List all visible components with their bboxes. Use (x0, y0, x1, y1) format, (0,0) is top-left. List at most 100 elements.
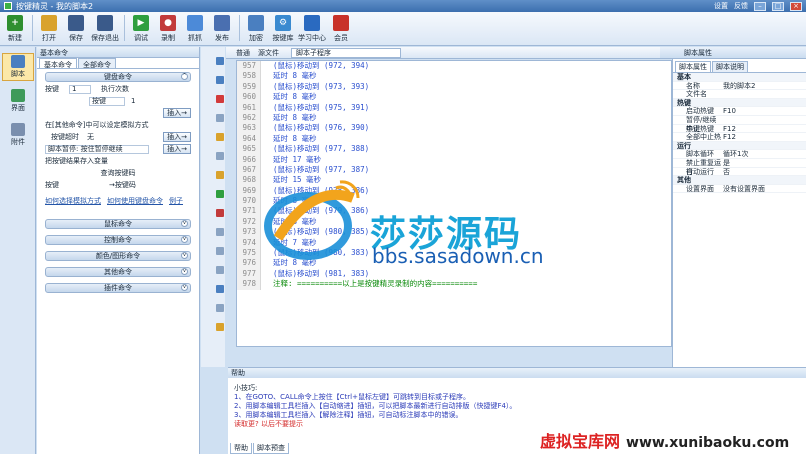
line-code: 注释: ==========以上是按键精灵录制的内容========== (273, 279, 478, 289)
save-button[interactable]: 保存 (63, 15, 89, 43)
group-other[interactable]: 其他命令 v (45, 267, 191, 277)
debug-button[interactable]: ▶ 调试 (128, 15, 154, 43)
code-line[interactable]: 967 (鼠标)移动到 (977, 387) (237, 164, 671, 176)
tab-basic-commands[interactable]: 基本命令 (39, 58, 77, 69)
prop-row[interactable]: 启动热键 F10 (673, 107, 806, 116)
member-button[interactable]: 会员 (328, 15, 354, 43)
settings-link[interactable]: 设置 (714, 1, 728, 11)
prop-category[interactable]: 基本 (673, 73, 806, 82)
code-line[interactable]: 958 延时 8 毫秒 (237, 71, 671, 82)
group-keyboard[interactable]: 键盘命令 ^ (45, 72, 191, 82)
separator (32, 14, 33, 41)
shield-icon (248, 15, 264, 31)
nav-script[interactable]: 脚本 (2, 53, 34, 81)
prop-value[interactable] (723, 116, 806, 124)
maximize-button[interactable]: □ (772, 1, 784, 11)
view-icon[interactable] (216, 323, 224, 331)
code-line[interactable]: 960 延时 8 毫秒 (237, 92, 671, 103)
prop-row[interactable]: 中止热键 F12 (673, 125, 806, 134)
code-line[interactable]: 966 延时 17 毫秒 (237, 154, 671, 165)
indent-icon[interactable] (216, 266, 224, 274)
insert-button[interactable]: 插入→ (163, 132, 191, 142)
save-exit-button[interactable]: 保存退出 (90, 15, 120, 43)
prop-row[interactable]: 全部中止热键F12 (673, 133, 806, 150)
tab-all-commands[interactable]: 全部命令 (78, 58, 116, 69)
insert-button[interactable]: 插入→ (163, 108, 191, 118)
code-line[interactable]: 963 (鼠标)移动到 (976, 390) (237, 123, 671, 134)
uncomment-icon[interactable] (216, 209, 224, 217)
prop-value[interactable]: F12 (723, 125, 806, 133)
prop-key: 禁止重复运行 (686, 158, 721, 176)
group-color[interactable]: 颜色/图形命令 v (45, 251, 191, 261)
mode-select[interactable]: 按键 (89, 96, 125, 106)
tab-normal[interactable]: 普通 (236, 48, 250, 58)
prop-value[interactable] (723, 90, 806, 98)
group-plugin[interactable]: 插件命令 v (45, 283, 191, 293)
publish-button[interactable]: 发布 (209, 15, 235, 43)
prop-row[interactable]: 暂停/继续热键 (673, 116, 806, 133)
prop-value[interactable]: 否 (723, 168, 806, 176)
nav-ui[interactable]: 界面 (2, 87, 34, 115)
arrow-up-icon[interactable] (216, 57, 224, 65)
learning-center-button[interactable]: 学习中心 (297, 15, 327, 43)
code-line[interactable]: 964 延时 8 毫秒 (237, 133, 671, 145)
group-mouse[interactable]: 鼠标命令 v (45, 219, 191, 229)
copy-icon[interactable] (216, 114, 224, 122)
link-example[interactable]: 例子 (169, 196, 183, 206)
code-line[interactable]: 959 (鼠标)移动到 (973, 393) (237, 81, 671, 93)
prop-row[interactable]: 自动运行 否 (673, 168, 806, 177)
insert-button[interactable]: 插入→ (163, 144, 191, 154)
cut-icon[interactable] (216, 152, 224, 160)
bookmark-icon[interactable] (216, 304, 224, 312)
key-field[interactable]: 1 (69, 84, 91, 94)
keylib-button[interactable]: ⚙ 按键库 (270, 15, 296, 43)
arrow-down-icon[interactable] (216, 76, 224, 84)
format-icon[interactable] (216, 285, 224, 293)
chevron-down-icon: v (181, 236, 188, 243)
code-line[interactable]: 978 注释: ==========以上是按键精灵录制的内容========== (237, 279, 671, 290)
prop-row[interactable]: 文件名 (673, 90, 806, 99)
code-line[interactable]: 957 (鼠标)移动到 (972, 394) (237, 61, 671, 72)
redo-icon[interactable] (216, 247, 224, 255)
code-line[interactable]: 961 (鼠标)移动到 (975, 391) (237, 102, 671, 113)
pause-select[interactable]: 脚本暂停: 按住暂停继续 (45, 144, 149, 154)
prop-row[interactable]: 设置界面 没有设置界面 (673, 185, 806, 194)
prop-value[interactable]: F12 (723, 133, 806, 141)
subroutine-select[interactable]: 脚本子程序 (291, 47, 401, 58)
code-line[interactable]: 977 (鼠标)移动到 (981, 383) (237, 268, 671, 280)
delete-icon[interactable] (216, 95, 224, 103)
code-line[interactable]: 962 延时 8 毫秒 (237, 112, 671, 124)
prop-value[interactable]: 是 (723, 159, 806, 167)
tab-script-desc[interactable]: 脚本说明 (712, 61, 748, 72)
comment-icon[interactable] (216, 190, 224, 198)
capture-button[interactable]: 抓抓 (182, 15, 208, 43)
new-button[interactable]: + 新建 (2, 15, 28, 43)
group-control[interactable]: 控制命令 v (45, 235, 191, 245)
prop-value[interactable]: 没有设置界面 (723, 185, 806, 193)
nav-attach[interactable]: 附件 (2, 121, 34, 149)
paste-icon[interactable] (216, 133, 224, 141)
feedback-link[interactable]: 反馈 (734, 1, 748, 11)
find-icon[interactable] (216, 171, 224, 179)
tab-script-props[interactable]: 脚本属性 (675, 61, 711, 72)
record-button[interactable]: ● 录制 (155, 15, 181, 43)
prop-row[interactable]: 名称 我的脚本2 (673, 82, 806, 91)
prop-value[interactable]: 我的脚本2 (723, 82, 806, 90)
encrypt-button[interactable]: 加密 (243, 15, 269, 43)
code-line[interactable]: 965 (鼠标)移动到 (977, 388) (237, 144, 671, 155)
undo-icon[interactable] (216, 228, 224, 236)
close-button[interactable]: × (790, 1, 802, 11)
link-keyboard[interactable]: 如何使用键盘命令 (107, 196, 163, 206)
folder-icon (41, 15, 57, 31)
minimize-button[interactable]: – (754, 1, 766, 11)
link-simulation[interactable]: 如何选择模拟方式 (45, 196, 101, 206)
prop-value[interactable]: 循环1次 (723, 150, 806, 158)
prop-row[interactable]: 脚本循环 循环1次 (673, 150, 806, 159)
open-button[interactable]: 打开 (36, 15, 62, 43)
prop-value[interactable]: F10 (723, 107, 806, 115)
prop-row[interactable]: 禁止重复运行是 (673, 158, 806, 176)
tab-source[interactable]: 源文件 (258, 48, 279, 58)
tab-help[interactable]: 帮助 (230, 443, 252, 454)
tab-script-preview[interactable]: 脚本预查 (253, 443, 289, 454)
prop-category[interactable]: 其他 (673, 176, 806, 185)
